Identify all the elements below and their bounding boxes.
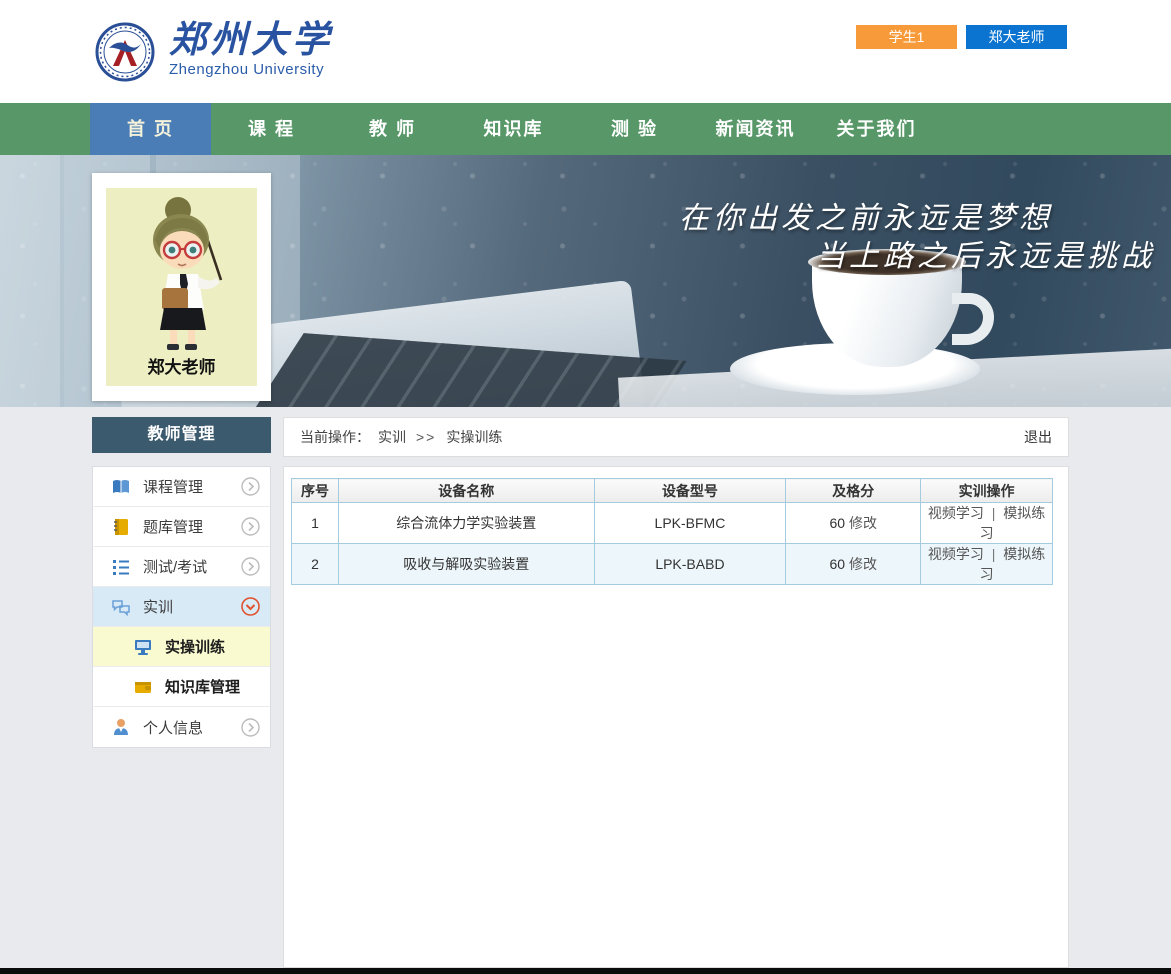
col-header-operations: 实训操作	[921, 479, 1053, 503]
operation-divider: |	[992, 505, 996, 521]
cell-device-model: LPK-BABD	[594, 544, 786, 585]
cell-index: 1	[292, 503, 339, 544]
monitor-icon	[133, 637, 153, 657]
university-logo: 郑州大学 Zhengzhou University	[95, 18, 333, 82]
cell-pass-score: 60 修改	[786, 544, 921, 585]
sidebar-item-label: 课程管理	[143, 476, 241, 497]
chat-icon	[111, 597, 131, 617]
table-row: 2 吸收与解吸实验装置 LPK-BABD 60 修改 视频学习 | 模拟练习	[292, 544, 1053, 585]
sidebar-item-tests-exams[interactable]: 测试/考试	[93, 547, 270, 587]
chevron-right-icon	[241, 477, 260, 496]
sidebar-item-label: 题库管理	[143, 516, 241, 537]
nav-item-teachers[interactable]: 教 师	[332, 103, 453, 155]
nav-item-knowledge[interactable]: 知识库	[453, 103, 574, 155]
chevron-right-icon	[241, 718, 260, 737]
pass-score-value: 60	[830, 515, 846, 531]
col-header-device-name: 设备名称	[338, 479, 594, 503]
chevron-down-icon	[241, 597, 260, 616]
nav-item-home[interactable]: 首 页	[90, 103, 211, 155]
university-emblem-icon	[95, 22, 155, 82]
edit-link[interactable]: 修改	[849, 515, 877, 531]
simulation-practice-link[interactable]: 模拟练习	[980, 505, 1046, 541]
main-content-panel: 序号 设备名称 设备型号 及格分 实训操作 1 综合流体力学实验装置 LPK-B…	[283, 466, 1069, 968]
logo-text: 郑州大学 Zhengzhou University	[169, 18, 333, 78]
page: 郑州大学 Zhengzhou University 学生1 郑大老师 首 页 课…	[0, 0, 1171, 974]
teacher-button[interactable]: 郑大老师	[966, 25, 1067, 49]
sidebar-item-knowledge-base-management[interactable]: 知识库管理	[93, 667, 270, 707]
book-icon	[111, 477, 131, 497]
edit-link[interactable]: 修改	[849, 556, 877, 572]
breadcrumb-prefix: 当前操作：	[300, 427, 370, 447]
logout-link[interactable]: 退出	[1024, 427, 1052, 447]
table-header-row: 序号 设备名称 设备型号 及格分 实训操作	[292, 479, 1053, 503]
sidebar-item-label: 实操训练	[165, 636, 260, 657]
cell-pass-score: 60 修改	[786, 503, 921, 544]
chevron-right-icon	[241, 557, 260, 576]
simulation-practice-link[interactable]: 模拟练习	[980, 546, 1046, 582]
main-nav: 首 页 课 程 教 师 知识库 测 验 新闻资讯 关于我们	[0, 103, 1171, 155]
pass-score-value: 60	[830, 556, 846, 572]
header: 郑州大学 Zhengzhou University 学生1 郑大老师	[0, 0, 1171, 103]
cell-device-name: 综合流体力学实验装置	[338, 503, 594, 544]
list-icon	[111, 557, 131, 577]
sidebar-item-label: 个人信息	[143, 717, 241, 738]
chevron-right-icon	[241, 517, 260, 536]
wallet-icon	[133, 677, 153, 697]
banner-slogan-line2: 当上路之后永远是挑战	[815, 231, 1155, 275]
teacher-name: 郑大老师	[106, 353, 257, 378]
sidebar-item-label: 知识库管理	[165, 676, 260, 697]
video-study-link[interactable]: 视频学习	[928, 546, 984, 562]
video-study-link[interactable]: 视频学习	[928, 505, 984, 521]
sidebar-item-hands-on-training[interactable]: 实操训练	[93, 627, 270, 667]
cell-device-name: 吸收与解吸实验装置	[338, 544, 594, 585]
breadcrumb-current-page[interactable]: 实操训练	[446, 427, 502, 447]
university-name-en: Zhengzhou University	[169, 61, 333, 78]
person-icon	[111, 717, 131, 737]
student-button[interactable]: 学生1	[856, 25, 957, 49]
nav-item-tests[interactable]: 测 验	[574, 103, 695, 155]
cell-operations: 视频学习 | 模拟练习	[921, 503, 1053, 544]
cell-operations: 视频学习 | 模拟练习	[921, 544, 1053, 585]
col-header-device-model: 设备型号	[594, 479, 786, 503]
nav-item-about[interactable]: 关于我们	[816, 103, 937, 155]
operation-divider: |	[992, 546, 996, 562]
breadcrumb-section[interactable]: 实训	[378, 427, 406, 447]
cell-index: 2	[292, 544, 339, 585]
teacher-avatar	[106, 188, 257, 352]
device-table: 序号 设备名称 设备型号 及格分 实训操作 1 综合流体力学实验装置 LPK-B…	[291, 478, 1053, 585]
breadcrumb: 当前操作： 实训 >> 实操训练 退出	[283, 417, 1069, 457]
footer-strip	[0, 968, 1171, 974]
avatar-frame: 郑大老师	[106, 188, 257, 386]
nav-item-news[interactable]: 新闻资讯	[695, 103, 816, 155]
sidebar-item-label: 测试/考试	[143, 556, 241, 577]
sidebar-item-practical-training[interactable]: 实训	[93, 587, 270, 627]
col-header-pass-score: 及格分	[786, 479, 921, 503]
nav-item-courses[interactable]: 课 程	[211, 103, 332, 155]
breadcrumb-separator: >>	[416, 429, 436, 445]
sidebar-item-question-bank[interactable]: 题库管理	[93, 507, 270, 547]
sidebar-menu: 课程管理 题库管理	[92, 466, 271, 748]
notebook-icon	[111, 517, 131, 537]
teacher-profile-card: 郑大老师	[92, 173, 271, 401]
table-row: 1 综合流体力学实验装置 LPK-BFMC 60 修改 视频学习 | 模拟练习	[292, 503, 1053, 544]
col-header-index: 序号	[292, 479, 339, 503]
sidebar-item-personal-info[interactable]: 个人信息	[93, 707, 270, 747]
cell-device-model: LPK-BFMC	[594, 503, 786, 544]
sidebar-item-label: 实训	[143, 596, 241, 617]
sidebar-title: 教师管理	[92, 417, 271, 453]
sidebar-item-course-management[interactable]: 课程管理	[93, 467, 270, 507]
university-name-cn: 郑州大学	[169, 18, 333, 60]
